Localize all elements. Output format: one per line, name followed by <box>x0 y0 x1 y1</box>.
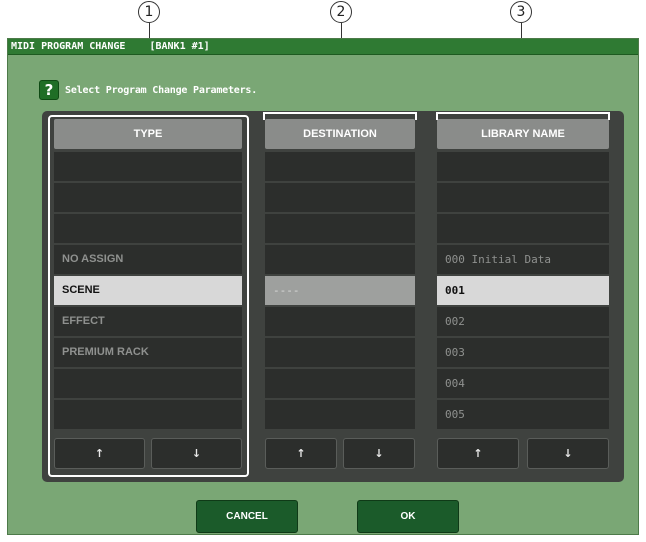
library-row-selected[interactable]: 001 <box>437 276 609 305</box>
callout-3: 3 <box>510 1 532 23</box>
library-column: LIBRARY NAME 000 Initial Data 001 002 00… <box>437 119 609 472</box>
library-header: LIBRARY NAME <box>437 119 609 149</box>
destination-row-selected[interactable]: ---- <box>265 276 415 305</box>
library-row[interactable] <box>437 152 609 181</box>
callout-1: 1 <box>138 1 160 23</box>
callout-2: 2 <box>330 1 352 23</box>
library-scroll-down-button[interactable]: ↓ <box>527 438 609 469</box>
library-row[interactable]: 004 <box>437 369 609 398</box>
destination-row[interactable] <box>265 400 415 429</box>
cancel-button[interactable]: CANCEL <box>196 500 298 533</box>
destination-row[interactable] <box>265 338 415 367</box>
library-row[interactable]: 003 <box>437 338 609 367</box>
arrow-up-icon: ↑ <box>473 447 483 460</box>
destination-row[interactable] <box>265 183 415 212</box>
destination-row[interactable] <box>265 369 415 398</box>
window-title: MIDI PROGRAM CHANGE [BANK1 #1] <box>8 39 638 55</box>
library-row[interactable]: 000 Initial Data <box>437 245 609 274</box>
arrow-up-icon: ↑ <box>296 447 306 460</box>
library-row[interactable]: 005 <box>437 400 609 429</box>
type-column-outline <box>48 115 249 477</box>
library-row[interactable] <box>437 214 609 243</box>
help-icon[interactable]: ? <box>39 80 59 100</box>
callout-3-label: 3 <box>516 4 526 20</box>
library-row[interactable] <box>437 183 609 212</box>
destination-scroll-up-button[interactable]: ↑ <box>265 438 337 469</box>
destination-row[interactable] <box>265 152 415 181</box>
destination-scroll-down-button[interactable]: ↓ <box>343 438 415 469</box>
destination-column: DESTINATION ---- ↑ ↓ <box>265 119 415 472</box>
callout-2-label: 2 <box>336 4 346 20</box>
library-row[interactable]: 002 <box>437 307 609 336</box>
destination-header: DESTINATION <box>265 119 415 149</box>
midi-program-change-window: MIDI PROGRAM CHANGE [BANK1 #1] ? Select … <box>7 38 639 535</box>
library-scroll-up-button[interactable]: ↑ <box>437 438 519 469</box>
ok-button[interactable]: OK <box>357 500 459 533</box>
hint-bar: ? Select Program Change Parameters. <box>39 80 257 100</box>
destination-row[interactable] <box>265 307 415 336</box>
arrow-down-icon: ↓ <box>374 447 384 460</box>
hint-text: Select Program Change Parameters. <box>65 84 258 96</box>
arrow-down-icon: ↓ <box>563 447 573 460</box>
destination-row[interactable] <box>265 245 415 274</box>
destination-row[interactable] <box>265 214 415 243</box>
callout-1-label: 1 <box>144 4 154 20</box>
